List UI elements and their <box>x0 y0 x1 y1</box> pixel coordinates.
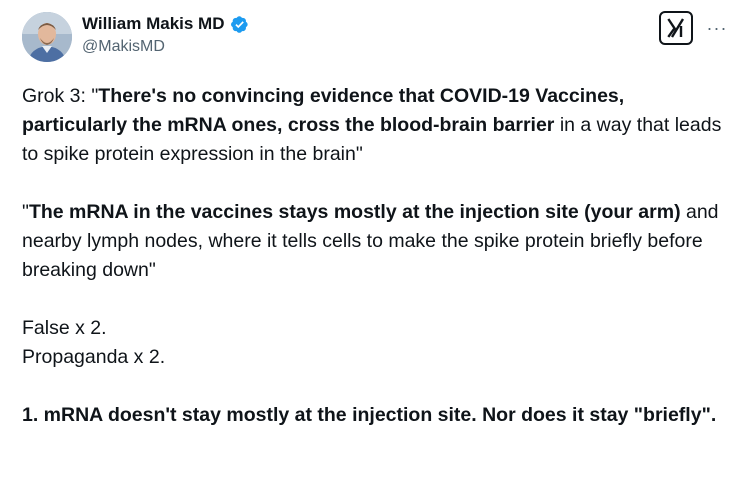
tweet-text: Grok 3: "There's no convincing evidence … <box>22 82 734 430</box>
bold-text: 1. mRNA doesn't stay mostly at the injec… <box>22 404 717 426</box>
author-name-row: William Makis MD <box>82 13 249 35</box>
text-span: Grok 3: " <box>22 85 99 107</box>
bold-text: The mRNA in the vaccines stays mostly at… <box>28 201 681 223</box>
author-display-name[interactable]: William Makis MD <box>82 14 225 34</box>
avatar-photo <box>22 12 72 62</box>
author-handle[interactable]: @MakisMD <box>82 38 165 56</box>
tweet-paragraph-3-line-1: False x 2. <box>22 317 107 339</box>
bold-text: There's no convincing evidence that COVI… <box>22 85 625 136</box>
verified-badge-icon <box>230 15 249 34</box>
grok-logo-icon <box>667 18 685 38</box>
text-span: " <box>22 201 29 223</box>
grok-button[interactable] <box>659 11 693 45</box>
tweet-paragraph-1: Grok 3: "There's no convincing evidence … <box>22 82 734 169</box>
tweet-paragraph-2: "The mRNA in the vaccines stays mostly a… <box>22 198 734 285</box>
tweet-paragraph-3-line-2: Propaganda x 2. <box>22 346 166 368</box>
tweet-card: William Makis MD @MakisMD ··· Grok 3: "T… <box>0 0 752 486</box>
tweet-paragraph-4: 1. mRNA doesn't stay mostly at the injec… <box>22 401 734 430</box>
avatar[interactable] <box>22 12 72 62</box>
more-options-icon[interactable]: ··· <box>704 15 730 41</box>
